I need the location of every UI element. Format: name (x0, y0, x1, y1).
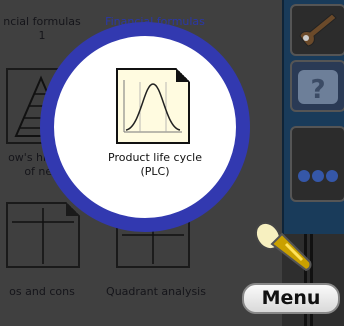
svg-text:?: ? (310, 75, 325, 105)
tools-button[interactable] (290, 4, 344, 56)
more-button[interactable] (290, 126, 344, 202)
help-button[interactable]: ? (290, 60, 344, 112)
template-thumbnail-selected[interactable] (116, 68, 190, 144)
template-thumbnail[interactable] (6, 202, 80, 268)
app-screen: ncial formulas 1 Financial formulas 2 ow… (0, 0, 344, 326)
wrench-icon (299, 13, 337, 47)
template-label[interactable]: ncial formulas 1 (0, 15, 84, 43)
help-icon: ? (298, 70, 338, 105)
template-label[interactable]: os and cons (0, 285, 84, 299)
menu-button[interactable]: Menu (242, 283, 340, 314)
template-label[interactable]: Quadrant analysis (96, 285, 216, 299)
side-toolbar: ? (282, 0, 344, 234)
flashlight-icon (254, 221, 312, 272)
more-icon (298, 170, 338, 182)
template-label-selected[interactable]: Product life cycle (PLC) (100, 151, 210, 179)
